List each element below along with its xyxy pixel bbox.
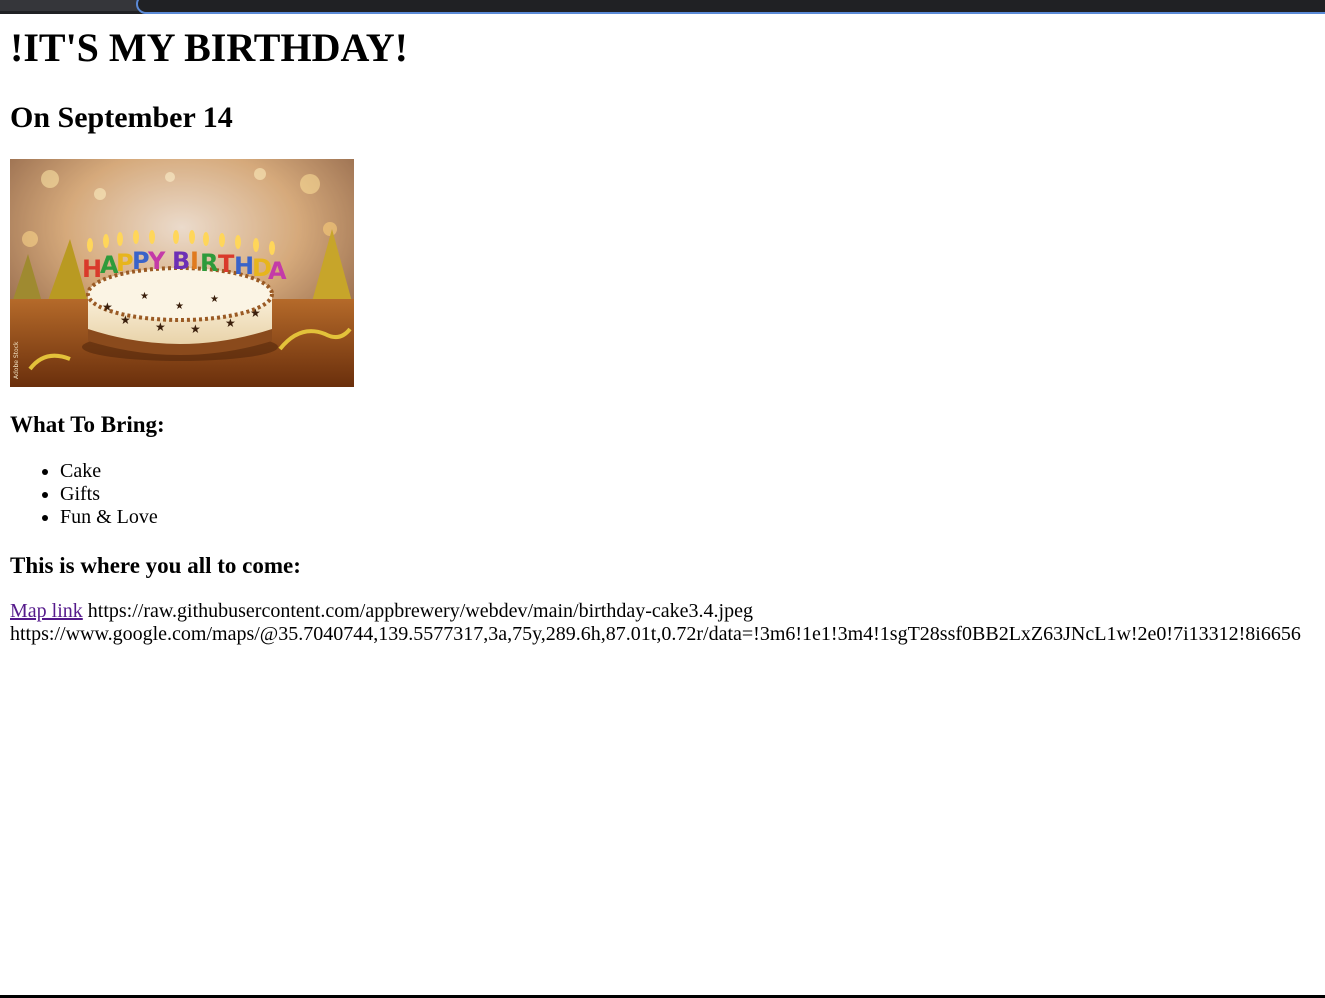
svg-text:★: ★: [175, 301, 184, 312]
bring-list: Cake Gifts Fun & Love: [10, 460, 1320, 529]
svg-text:Adobe Stock: Adobe Stock: [13, 341, 20, 379]
browser-tab-strip: [0, 0, 1325, 14]
svg-text:A: A: [268, 257, 287, 285]
svg-text:★: ★: [140, 291, 149, 302]
svg-text:B: B: [172, 247, 190, 275]
svg-text:★: ★: [102, 300, 113, 314]
birthday-date: On September 14: [10, 101, 233, 134]
birthday-cake-image: ★ ★ ★ ★ ★ ★ ★ ★ ★ H A P P Y B I R T H D …: [10, 159, 354, 387]
svg-text:P: P: [132, 247, 150, 275]
svg-text:★: ★: [225, 316, 236, 330]
svg-text:Y: Y: [147, 247, 166, 275]
what-to-bring-heading: What To Bring:: [10, 412, 165, 437]
location-heading: This is where you all to come:: [10, 553, 301, 578]
bring-item-cake: Cake: [60, 460, 1320, 483]
svg-text:T: T: [218, 250, 235, 278]
browser-active-tab[interactable]: [136, 0, 1325, 14]
svg-text:I: I: [190, 247, 199, 275]
svg-text:P: P: [116, 249, 134, 277]
svg-text:★: ★: [120, 313, 131, 327]
maps-url-text: https://www.google.com/maps/@35.7040744,…: [10, 623, 1301, 645]
bring-item-gifts: Gifts: [60, 483, 1320, 506]
svg-text:R: R: [200, 249, 218, 277]
map-link[interactable]: Map link: [10, 600, 83, 622]
location-paragraph: Map link https://raw.githubusercontent.c…: [10, 600, 1320, 646]
page-title: !IT'S MY BIRTHDAY!: [10, 25, 408, 70]
cake-url-text: https://raw.githubusercontent.com/appbre…: [87, 600, 753, 622]
browser-tab[interactable]: [0, 0, 138, 11]
page-content: !IT'S MY BIRTHDAY! On September 14 ★ ★ ★…: [10, 14, 1320, 646]
svg-text:★: ★: [250, 306, 261, 320]
bring-item-fun-love: Fun & Love: [60, 506, 1320, 529]
svg-text:★: ★: [155, 320, 166, 334]
svg-text:★: ★: [190, 322, 201, 336]
svg-text:★: ★: [210, 294, 219, 305]
